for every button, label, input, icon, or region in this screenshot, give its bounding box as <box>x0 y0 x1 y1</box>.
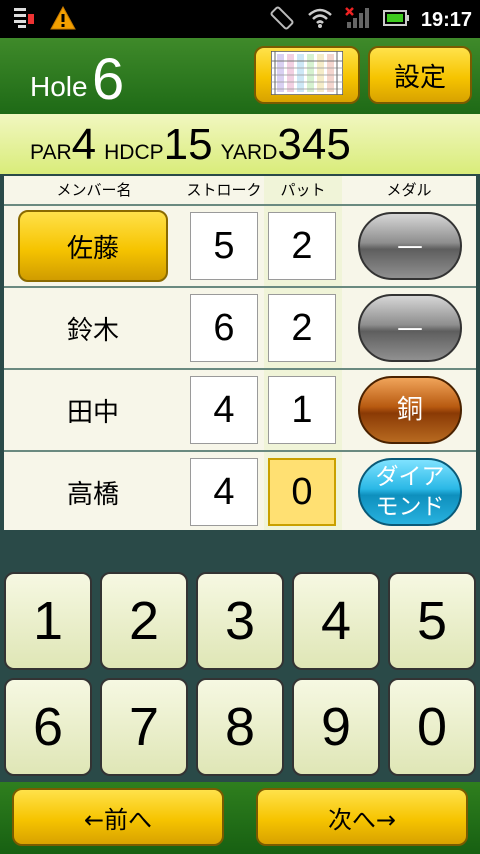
key-7[interactable]: 7 <box>100 678 188 776</box>
sim-toolkit-icon <box>14 6 36 34</box>
putt-cell-active[interactable]: 0 <box>268 458 336 526</box>
prev-hole-button[interactable]: ←前へ <box>12 788 224 846</box>
number-keypad: 1 2 3 4 5 6 7 8 9 0 <box>0 568 480 782</box>
medal-button[interactable]: 銅 <box>358 376 462 444</box>
player-name-button[interactable]: 高橋 <box>18 456 168 528</box>
key-6[interactable]: 6 <box>4 678 92 776</box>
yard-label: YARD <box>220 141 278 164</box>
medal-button[interactable]: — <box>358 212 462 280</box>
score-table: メンバー名 ストローク パット メダル 佐藤 5 2 — 鈴木 6 2 — 田中… <box>4 176 476 530</box>
divider <box>4 450 476 452</box>
putt-cell[interactable]: 1 <box>268 376 336 444</box>
next-hole-button[interactable]: 次へ→ <box>256 788 468 846</box>
key-4[interactable]: 4 <box>292 572 380 670</box>
hole-info-bar: PAR 4 HDCP 15 YARD 345 <box>0 114 480 174</box>
medal-label: ダイア <box>375 464 445 490</box>
key-0[interactable]: 0 <box>388 678 476 776</box>
clock: 19:17 <box>420 8 472 31</box>
key-3[interactable]: 3 <box>196 572 284 670</box>
player-name-button[interactable]: 田中 <box>18 374 168 446</box>
scorecard-button[interactable] <box>254 46 360 104</box>
stroke-cell[interactable]: 6 <box>190 294 258 362</box>
header-putt: パット <box>280 181 326 199</box>
key-5[interactable]: 5 <box>388 572 476 670</box>
scorecard-icon <box>270 50 344 99</box>
header-medal: メダル <box>386 181 432 199</box>
key-1[interactable]: 1 <box>4 572 92 670</box>
battery-icon <box>382 8 409 32</box>
stroke-cell[interactable]: 5 <box>190 212 258 280</box>
rotate-icon <box>269 5 295 35</box>
hole-number: 6 <box>92 47 125 112</box>
medal-button[interactable]: ダイア モンド <box>358 458 462 526</box>
signal-icon <box>344 6 371 34</box>
par-label: PAR <box>30 141 72 164</box>
key-2[interactable]: 2 <box>100 572 188 670</box>
putt-cell[interactable]: 2 <box>268 212 336 280</box>
divider <box>4 286 476 288</box>
player-name-button[interactable]: 佐藤 <box>18 210 168 282</box>
hole-label: Hole <box>30 71 88 102</box>
key-8[interactable]: 8 <box>196 678 284 776</box>
divider <box>4 368 476 370</box>
warning-icon <box>50 5 76 34</box>
hdcp-label: HDCP <box>104 141 164 164</box>
header-member: メンバー名 <box>56 181 132 199</box>
wifi-icon <box>307 7 333 33</box>
status-bar: 19:17 <box>0 0 480 38</box>
divider <box>4 204 476 206</box>
key-9[interactable]: 9 <box>292 678 380 776</box>
stroke-cell[interactable]: 4 <box>190 458 258 526</box>
player-name-button[interactable]: 鈴木 <box>18 292 168 364</box>
settings-button[interactable]: 設定 <box>368 46 472 104</box>
par-value: 4 <box>71 120 97 169</box>
putt-cell[interactable]: 2 <box>268 294 336 362</box>
header-stroke: ストローク <box>186 181 262 199</box>
medal-button[interactable]: — <box>358 294 462 362</box>
hdcp-value: 15 <box>163 120 213 169</box>
stroke-cell[interactable]: 4 <box>190 376 258 444</box>
yard-value: 345 <box>277 120 351 169</box>
medal-label: モンド <box>375 494 445 520</box>
hole-header: Hole 6 設定 <box>0 38 480 114</box>
bottom-nav: ←前へ 次へ→ <box>0 782 480 854</box>
